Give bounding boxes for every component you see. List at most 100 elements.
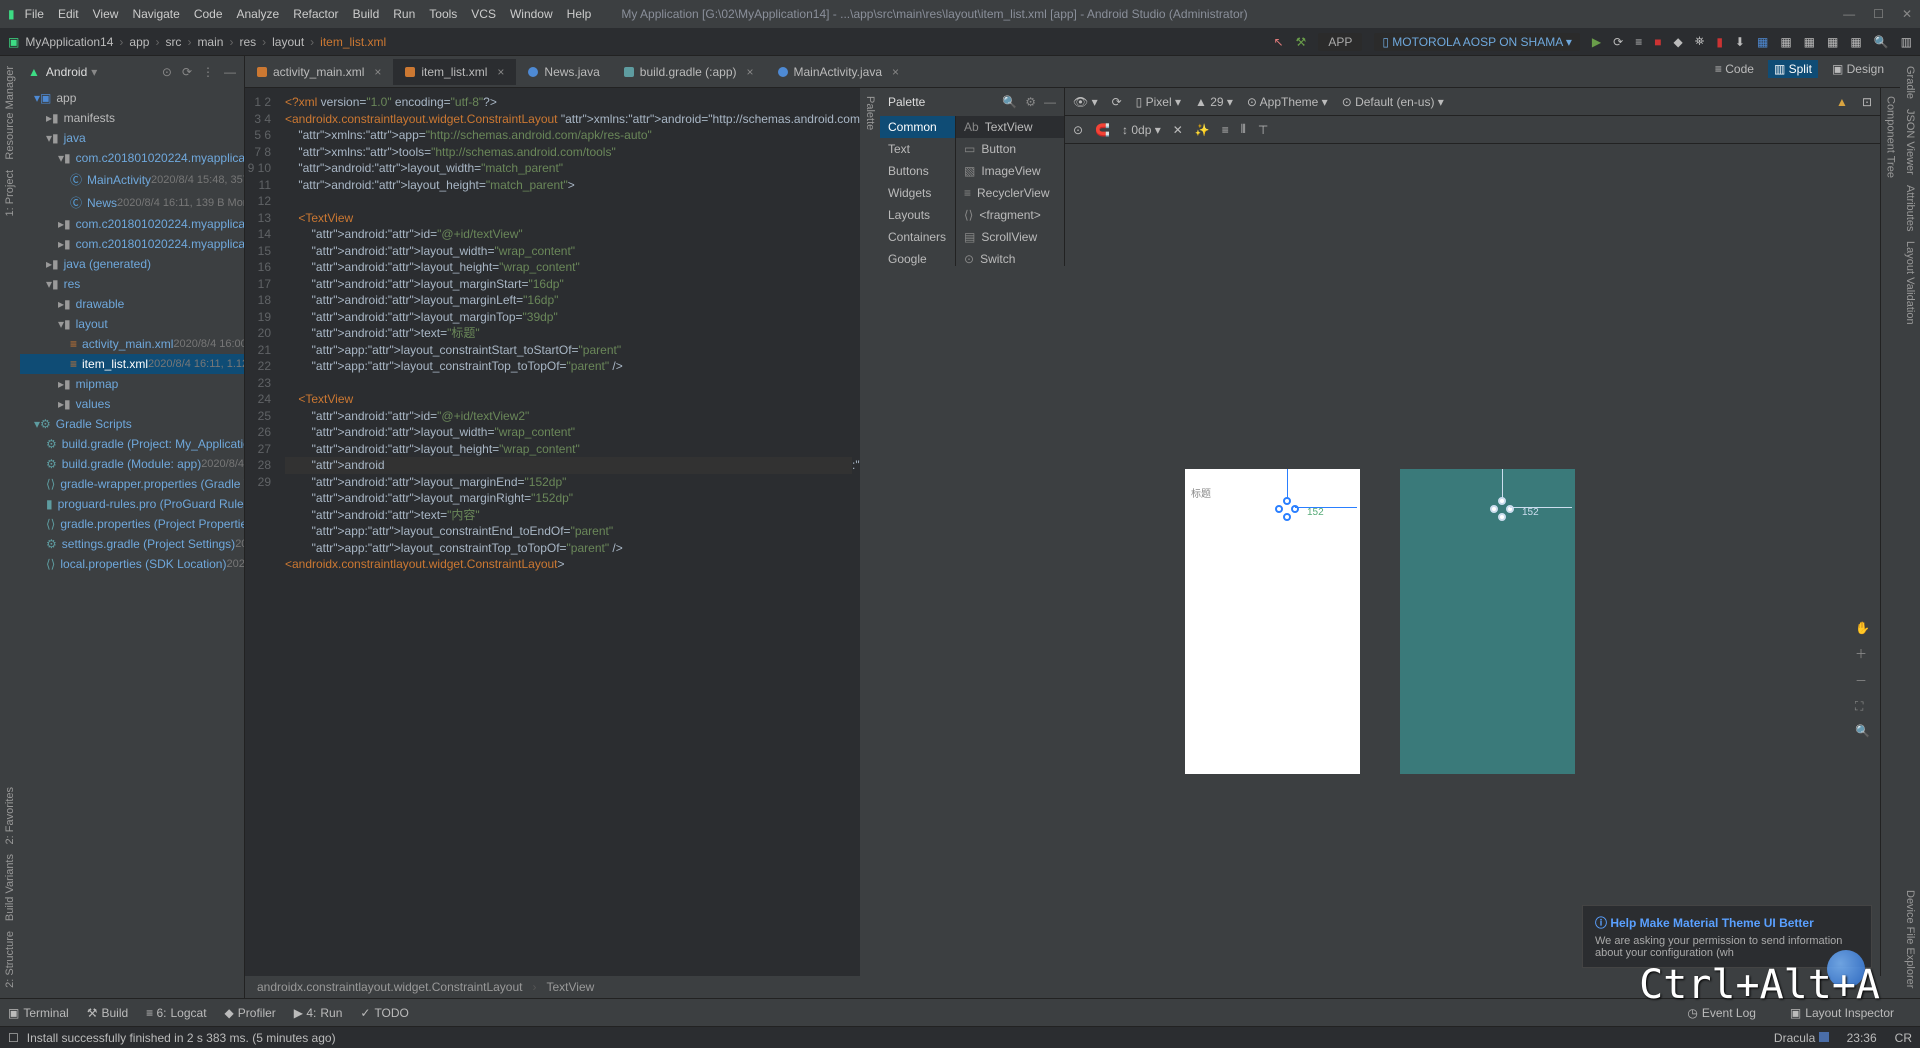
palette-item-textview[interactable]: AbTextView — [956, 116, 1064, 138]
menu-code[interactable]: Code — [194, 7, 223, 21]
tool-profiler[interactable]: ◆ Profiler — [225, 1006, 276, 1020]
code-editor[interactable]: 1 2 3 4 5 6 7 8 9 10 11 12 13 14 15 16 1… — [245, 88, 860, 976]
menu-view[interactable]: View — [93, 7, 119, 21]
view-design[interactable]: ▣ Design — [1826, 60, 1890, 78]
sdk-icon[interactable]: ⬇ — [1735, 35, 1745, 49]
palette-cat-containers[interactable]: Containers — [880, 226, 955, 248]
stop-icon[interactable]: ■ — [1654, 35, 1661, 49]
collapse-icon[interactable]: ⋮ — [202, 65, 214, 79]
menu-vcs[interactable]: VCS — [471, 7, 496, 21]
select-icon[interactable]: ⊙ — [1073, 123, 1083, 137]
pan-icon[interactable]: ✋ — [1855, 621, 1870, 635]
hide-icon[interactable]: — — [224, 65, 236, 79]
tool-icon-3[interactable]: ▦ — [1827, 35, 1838, 49]
apply-icon[interactable]: ≡ — [1635, 35, 1642, 49]
tab-device-explorer[interactable]: Device File Explorer — [1904, 890, 1916, 988]
tab-news[interactable]: News.java — [516, 59, 611, 85]
clear-icon[interactable]: ✕ — [1173, 123, 1183, 137]
project-view-selector[interactable]: Android — [46, 65, 87, 79]
palette-strip-label[interactable]: Palette — [864, 96, 876, 130]
eye-icon[interactable]: 👁 ▾ — [1073, 95, 1098, 109]
palette-cat-buttons[interactable]: Buttons — [880, 160, 955, 182]
palette-item-recycler[interactable]: ≡RecyclerView — [956, 182, 1064, 204]
run-config-selector[interactable]: APP — [1318, 33, 1362, 51]
menu-analyze[interactable]: Analyze — [237, 7, 280, 21]
notification-popup[interactable]: ⓘ Help Make Material Theme UI Better We … — [1582, 905, 1872, 968]
crumb-main[interactable]: main — [197, 35, 223, 49]
lock-icon[interactable]: ⊡ — [1862, 95, 1872, 109]
debug-icon[interactable]: ⟳ — [1613, 35, 1623, 49]
tab-activity-main[interactable]: activity_main.xml× — [245, 59, 393, 85]
device-menu[interactable]: ▯ Pixel ▾ — [1136, 95, 1181, 109]
device-selector[interactable]: ▯ MOTOROLA AOSP ON SHAMA ▾ — [1374, 33, 1580, 51]
zoom-actual-icon[interactable]: 🔍 — [1855, 724, 1870, 738]
fit-icon[interactable]: ⛶ — [1855, 699, 1870, 714]
avd-icon[interactable]: ▮ — [1716, 35, 1723, 49]
orientation-icon[interactable]: ⟳ — [1112, 95, 1122, 109]
color-theme[interactable]: Dracula — [1774, 1031, 1829, 1045]
crumb-src[interactable]: src — [165, 35, 181, 49]
tool-todo[interactable]: ✓ TODO — [360, 1006, 409, 1020]
search-icon[interactable]: 🔍 — [1874, 35, 1889, 49]
menu-help[interactable]: Help — [567, 7, 592, 21]
minimize-icon[interactable]: — — [1843, 7, 1855, 21]
settings-icon[interactable]: ▥ — [1901, 35, 1912, 49]
tool-run[interactable]: ▶ 4: Run — [294, 1006, 343, 1020]
menu-edit[interactable]: Edit — [58, 7, 79, 21]
tool-terminal[interactable]: ▣ Terminal — [8, 1006, 69, 1020]
palette-cat-layouts[interactable]: Layouts — [880, 204, 955, 226]
zoom-out-icon[interactable]: － — [1855, 672, 1870, 689]
tab-project[interactable]: 1: Project — [4, 170, 16, 216]
guideline-icon[interactable]: ≡ — [1222, 123, 1229, 137]
palette-item-fragment[interactable]: ⟨⟩<fragment> — [956, 204, 1064, 226]
margin-field[interactable]: ↕ 0dp ▾ — [1122, 123, 1161, 137]
run-icon[interactable]: ▶ — [1592, 35, 1601, 49]
blueprint-surface[interactable]: 152 — [1400, 469, 1575, 774]
component-tree-label[interactable]: Component Tree — [1885, 96, 1897, 178]
menu-build[interactable]: Build — [353, 7, 380, 21]
tab-json-viewer[interactable]: JSON Viewer — [1904, 109, 1916, 175]
tab-item-list[interactable]: item_list.xml× — [393, 59, 516, 85]
bc-textview[interactable]: TextView — [547, 980, 595, 994]
tab-main-activity[interactable]: MainActivity.java× — [766, 59, 912, 85]
palette-cat-common[interactable]: Common — [880, 116, 955, 138]
tool-event-log[interactable]: ◷ Event Log — [1687, 1006, 1756, 1020]
tab-gradle[interactable]: Gradle — [1904, 66, 1916, 99]
palette-search-icon[interactable]: 🔍 — [1002, 95, 1017, 109]
tool-layout-inspector[interactable]: ▣ Layout Inspector — [1790, 1006, 1894, 1020]
palette-item-scrollview[interactable]: ▤ScrollView — [956, 226, 1064, 248]
tool-icon-4[interactable]: ▦ — [1850, 35, 1861, 49]
crumb-project[interactable]: MyApplication14 — [25, 35, 113, 49]
maximize-icon[interactable]: ☐ — [1873, 7, 1884, 21]
tab-structure[interactable]: 2: Structure — [4, 931, 16, 988]
menu-run[interactable]: Run — [393, 7, 415, 21]
tool-icon-1[interactable]: ▦ — [1780, 35, 1791, 49]
palette-settings-icon[interactable]: ⚙ — [1025, 95, 1036, 109]
sync-icon[interactable]: ⟳ — [182, 65, 192, 79]
crumb-layout[interactable]: layout — [272, 35, 304, 49]
magnet-icon[interactable]: 🧲 — [1095, 123, 1110, 137]
tool-logcat[interactable]: ≡ 6: Logcat — [146, 1006, 206, 1020]
expand-icon[interactable]: ⊤ — [1258, 123, 1268, 137]
api-menu[interactable]: ▲ 29 ▾ — [1195, 95, 1233, 109]
tab-attributes[interactable]: Attributes — [1904, 185, 1916, 231]
tab-layout-validation[interactable]: Layout Validation — [1904, 241, 1916, 325]
view-code[interactable]: ≡ Code — [1709, 60, 1760, 78]
tab-build-gradle[interactable]: build.gradle (:app)× — [612, 59, 766, 85]
menu-navigate[interactable]: Navigate — [132, 7, 179, 21]
crumb-file[interactable]: item_list.xml — [320, 35, 386, 49]
back-icon[interactable]: ↖ — [1273, 35, 1283, 49]
scope-icon[interactable]: ⊙ — [162, 65, 172, 79]
tab-resource-manager[interactable]: Resource Manager — [4, 66, 16, 160]
tab-build-variants[interactable]: Build Variants — [4, 854, 16, 921]
grid-icon[interactable]: ▦ — [1757, 35, 1768, 49]
locale-menu[interactable]: ⊙ Default (en-us) ▾ — [1342, 95, 1444, 109]
wand-icon[interactable]: ✨ — [1195, 123, 1210, 137]
tool-icon-2[interactable]: ▦ — [1804, 35, 1815, 49]
warning-icon[interactable]: ▲ — [1836, 95, 1848, 109]
hammer-icon[interactable]: ⚒ — [1296, 35, 1307, 49]
menu-tools[interactable]: Tools — [429, 7, 457, 21]
design-surface[interactable]: 标题 152 — [1185, 469, 1360, 774]
profile-icon[interactable]: ◆ — [1673, 35, 1682, 49]
crumb-res[interactable]: res — [239, 35, 256, 49]
